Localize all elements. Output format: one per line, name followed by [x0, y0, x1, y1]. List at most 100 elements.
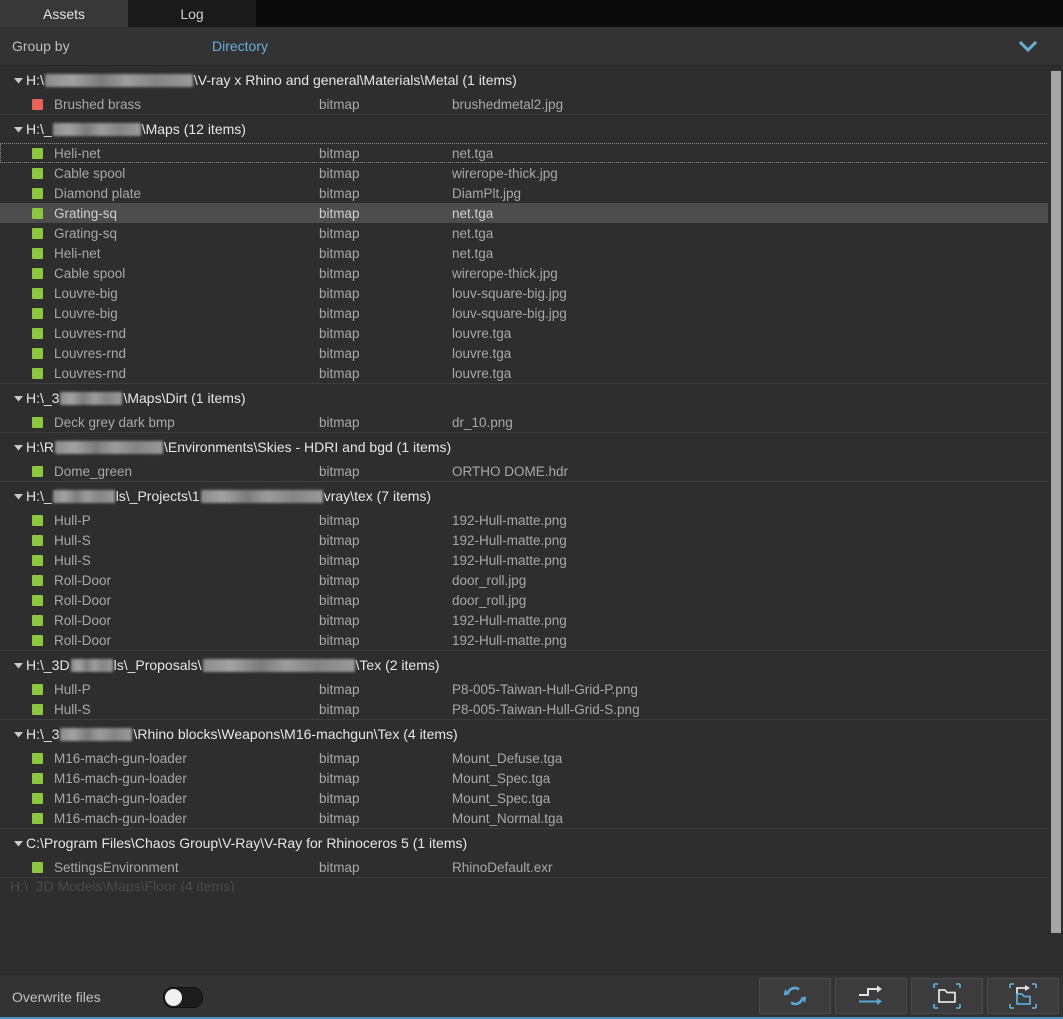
asset-name-cell: Deck grey dark bmp	[54, 414, 175, 430]
asset-name-cell: Heli-net	[54, 245, 101, 261]
open-folder-icon	[933, 983, 961, 1009]
group-header[interactable]: H:\_3D ls\_Proposals\ \Tex (2 items)	[0, 650, 1063, 679]
asset-row[interactable]: Hull-P bitmap P8-005-Taiwan-Hull-Grid-P.pn…	[0, 679, 1063, 699]
group-header[interactable]: C:\Program Files\Chaos Group\V-Ray\V-Ray…	[0, 828, 1063, 857]
asset-name-cell: Roll-Door	[54, 632, 112, 648]
asset-row[interactable]: Dome_green bitmap ORTHO DOME.hdr	[0, 461, 1063, 481]
asset-file-cell: ORTHO DOME.hdr	[452, 463, 569, 479]
asset-name-cell: Cable spool	[54, 265, 126, 281]
asset-row[interactable]: Roll-Door bitmap door_roll.jpg	[0, 590, 1063, 610]
asset-row[interactable]: Hull-S bitmap P8-005-Taiwan-Hull-Grid-S.pn…	[0, 699, 1063, 719]
group-header[interactable]: H:\_ ls\_Projects\1 vray\tex (7 items)	[0, 481, 1063, 510]
tab-assets[interactable]: Assets	[0, 0, 128, 27]
asset-row[interactable]: Cable spool bitmap wirerope-thick.jpg	[0, 263, 1063, 283]
group-header[interactable]: H:\ \V-ray x Rhino and general\Materials\…	[0, 66, 1063, 94]
asset-file-cell: door_roll.jpg	[452, 592, 527, 608]
asset-type-cell: bitmap	[319, 96, 360, 112]
asset-row[interactable]: Cable spool bitmap wirerope-thick.jpg	[0, 163, 1063, 183]
asset-name-cell: Roll-Door	[54, 572, 112, 588]
asset-name-cell: Grating-sq	[54, 225, 118, 241]
asset-row[interactable]: Hull-P bitmap 192-Hull-matte.png	[0, 510, 1063, 530]
asset-list-area: H:\ \V-ray x Rhino and general\Materials\…	[0, 66, 1063, 974]
browse-folder-button[interactable]	[911, 978, 983, 1014]
redacted-path-segment	[52, 123, 141, 136]
asset-type-cell: bitmap	[319, 205, 360, 221]
asset-row[interactable]: Roll-Door bitmap 192-Hull-matte.png	[0, 630, 1063, 650]
transfer-folder-button[interactable]	[987, 978, 1059, 1014]
asset-type-cell: bitmap	[319, 225, 360, 241]
asset-row[interactable]: Louvres-rnd bitmap louvre.tga	[0, 323, 1063, 343]
asset-name-cell: Dome_green	[54, 463, 133, 479]
tab-bar: Assets Log	[0, 0, 1063, 27]
asset-file-cell: Mount_Normal.tga	[452, 810, 564, 826]
asset-name-cell: Grating-sq	[54, 205, 118, 221]
asset-color-swatch-icon	[32, 247, 43, 259]
asset-name-cell: Hull-S	[54, 552, 91, 568]
asset-name-cell: M16-mach-gun-loader	[54, 810, 187, 826]
asset-file-cell: net.tga	[452, 225, 494, 241]
asset-row[interactable]: M16-mach-gun-loader bitmap Mount_Defuse.tg…	[0, 748, 1063, 768]
redacted-path-segment	[60, 392, 123, 405]
asset-color-swatch-icon	[32, 327, 43, 339]
asset-file-cell: Mount_Spec.tga	[452, 790, 551, 806]
asset-list[interactable]: H:\ \V-ray x Rhino and general\Materials\…	[0, 66, 1063, 974]
refresh-assets-button[interactable]	[759, 978, 831, 1014]
asset-row[interactable]: M16-mach-gun-loader bitmap Mount_Normal.tg…	[0, 808, 1063, 828]
asset-file-cell: 192-Hull-matte.png	[452, 632, 567, 648]
asset-row[interactable]: Grating-sq bitmap net.tga	[0, 223, 1063, 243]
asset-file-cell: louv-square-big.jpg	[452, 285, 567, 301]
asset-file-cell: 192-Hull-matte.png	[452, 612, 567, 628]
asset-row[interactable]: Louvre-big bitmap louv-square-big.jpg	[0, 283, 1063, 303]
group-expand-triangle-icon[interactable]	[10, 124, 26, 135]
asset-row[interactable]: M16-mach-gun-loader bitmap Mount_Spec.tga	[0, 788, 1063, 808]
asset-row[interactable]: Roll-Door bitmap 192-Hull-matte.png	[0, 610, 1063, 630]
asset-name-cell: M16-mach-gun-loader	[54, 790, 187, 806]
asset-color-swatch-icon	[32, 792, 43, 804]
asset-row[interactable]: Louvre-big bitmap louv-square-big.jpg	[0, 303, 1063, 323]
group-expand-triangle-icon[interactable]	[10, 729, 26, 740]
asset-row[interactable]: Hull-S bitmap 192-Hull-matte.png	[0, 530, 1063, 550]
redacted-path-segment	[55, 441, 163, 454]
asset-row[interactable]: Brushed brass bitmap brushedmetal2.jpg	[0, 94, 1063, 114]
group-by-dropdown[interactable]	[1017, 39, 1063, 53]
asset-row[interactable]: Louvres-rnd bitmap louvre.tga	[0, 363, 1063, 383]
asset-row[interactable]: Heli-net bitmap net.tga	[0, 243, 1063, 263]
asset-name-cell: Louvre-big	[54, 305, 118, 321]
group-header[interactable]: H:\_ \Maps (12 items)	[0, 114, 1063, 143]
asset-color-swatch-icon	[32, 634, 43, 646]
asset-type-cell: bitmap	[319, 552, 360, 568]
group-expand-triangle-icon[interactable]	[10, 393, 26, 404]
asset-row[interactable]: Hull-S bitmap 192-Hull-matte.png	[0, 550, 1063, 570]
asset-color-swatch-icon	[32, 614, 43, 626]
tab-log[interactable]: Log	[128, 0, 256, 27]
overwrite-files-toggle[interactable]	[162, 986, 203, 1008]
group-expand-triangle-icon[interactable]	[10, 491, 26, 502]
redacted-path-segment	[200, 490, 323, 503]
redacted-path-segment	[202, 659, 355, 672]
asset-row[interactable]: SettingsEnvironment bitmap RhinoDefault.ex…	[0, 857, 1063, 877]
vertical-scrollbar[interactable]	[1048, 66, 1063, 974]
group-expand-triangle-icon[interactable]	[10, 838, 26, 849]
group-header[interactable]: H:\R \Environments\Skies - HDRI and bgd (…	[0, 432, 1063, 461]
asset-type-cell: bitmap	[319, 185, 360, 201]
scrollbar-thumb[interactable]	[1051, 70, 1061, 934]
group-header[interactable]: H:\_3 \Maps\Dirt (1 items)	[0, 383, 1063, 412]
asset-row[interactable]: Louvres-rnd bitmap louvre.tga	[0, 343, 1063, 363]
asset-row[interactable]: M16-mach-gun-loader bitmap Mount_Spec.tga	[0, 768, 1063, 788]
group-expand-triangle-icon[interactable]	[10, 660, 26, 671]
group-header-partial[interactable]: H:\_3D Models\Maps\Floor (4 items)	[0, 877, 1063, 892]
asset-row[interactable]: Deck grey dark bmp bitmap dr_10.png	[0, 412, 1063, 432]
asset-color-swatch-icon	[32, 861, 43, 873]
relocate-assets-button[interactable]	[835, 978, 907, 1014]
group-expand-triangle-icon[interactable]	[10, 75, 26, 86]
group-path-text: H:\_3D ls\_Proposals\ \Tex (2 items)	[26, 657, 440, 673]
asset-name-cell: Hull-P	[54, 512, 91, 528]
group-header[interactable]: H:\_3 \Rhino blocks\Weapons\M16-machgun\T…	[0, 719, 1063, 748]
asset-row[interactable]: Heli-net bitmap net.tga	[0, 143, 1063, 163]
group-by-value[interactable]: Directory	[212, 38, 1021, 54]
group-expand-triangle-icon[interactable]	[10, 442, 26, 453]
group-path-text: H:\_3 \Maps\Dirt (1 items)	[26, 390, 246, 406]
asset-row[interactable]: Grating-sq bitmap net.tga	[0, 203, 1063, 223]
asset-row[interactable]: Diamond plate bitmap DiamPlt.jpg	[0, 183, 1063, 203]
asset-row[interactable]: Roll-Door bitmap door_roll.jpg	[0, 570, 1063, 590]
